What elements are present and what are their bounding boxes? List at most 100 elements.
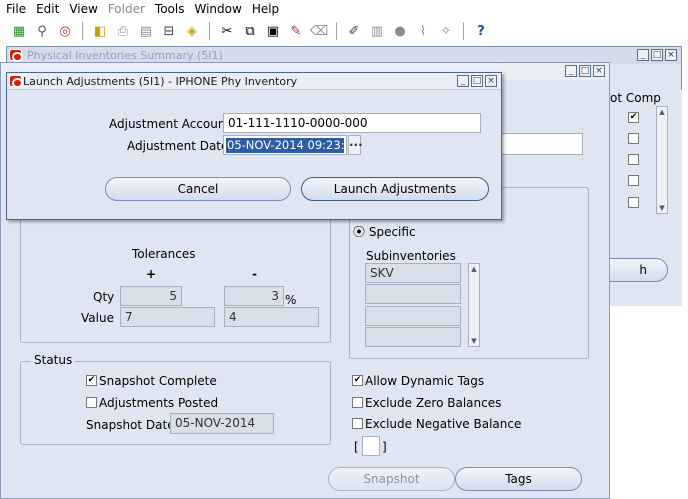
status-title: Status xyxy=(31,353,76,367)
row-checkbox[interactable] xyxy=(628,175,639,186)
folder-icon[interactable]: ✧ xyxy=(437,22,455,40)
maximize-button[interactable]: □ xyxy=(471,75,483,87)
row-checkbox[interactable] xyxy=(628,154,639,165)
toolbar-divider xyxy=(82,22,83,40)
subinventories-label: Subinventories xyxy=(366,249,456,263)
qty-label: Qty xyxy=(93,290,115,304)
clear-record-icon[interactable]: ✎ xyxy=(287,22,305,40)
tolerances-title: Tolerances xyxy=(129,247,199,261)
launch-adjustments-dialog: Launch Adjustments (5I1) - IPHONE Phy In… xyxy=(6,72,502,220)
oracle-icon xyxy=(9,75,23,88)
adjustment-date-field[interactable]: 05-NOV-2014 09:23:20 xyxy=(223,135,347,155)
adjustment-account-field[interactable]: 01-111-1110-0000-000 xyxy=(223,113,481,133)
menu-help[interactable]: Help xyxy=(252,2,279,16)
value-label: Value xyxy=(81,311,114,325)
menu-file[interactable]: File xyxy=(6,2,26,16)
zoom-icon[interactable]: ▥ xyxy=(368,22,386,40)
subinventory-row[interactable] xyxy=(365,284,461,304)
maximize-button[interactable]: □ xyxy=(579,65,591,77)
specific-radio[interactable]: ⦿ Specific xyxy=(353,223,416,240)
adjustments-posted-label: Adjustments Posted xyxy=(99,396,219,410)
menu-tools[interactable]: Tools xyxy=(155,2,185,16)
help-icon[interactable]: ? xyxy=(472,22,490,40)
snapshot-complete-checkbox[interactable]: ✔ xyxy=(86,375,97,386)
menu-edit[interactable]: Edit xyxy=(36,2,59,16)
descriptive-flexfield[interactable] xyxy=(362,436,380,456)
summary-right-panel: ot Comp ✔ ▲ ▼ h xyxy=(596,90,682,306)
paste-icon[interactable]: ▣ xyxy=(264,22,282,40)
snapshot-button[interactable]: Snapshot xyxy=(328,467,455,491)
toolbar-divider xyxy=(336,22,337,40)
column-header-snapshot-complete: ot Comp xyxy=(610,91,661,105)
menu-folder[interactable]: Folder xyxy=(108,2,145,16)
tolerance-minus-header: - xyxy=(252,267,257,281)
qty-plus-field[interactable]: 5 xyxy=(120,286,182,306)
folder-tools-icon[interactable]: ◈ xyxy=(183,22,201,40)
row-checkbox[interactable]: ✔ xyxy=(628,112,639,123)
allow-dynamic-tags-label: Allow Dynamic Tags xyxy=(365,374,485,388)
radio-selected-icon: ⦿ xyxy=(353,225,366,239)
print-icon[interactable]: ⎙ xyxy=(114,22,132,40)
descriptive-flexfield-bracket-close: ] xyxy=(382,440,387,454)
menu-bar: File Edit View Folder Tools Window Help xyxy=(0,0,688,17)
adjustment-account-label: Adjustment Account xyxy=(109,117,231,131)
toolbar-divider xyxy=(209,22,210,40)
translations-icon[interactable]: ● xyxy=(391,22,409,40)
tags-button[interactable]: Tags xyxy=(455,467,582,491)
minimize-button[interactable]: _ xyxy=(457,75,469,87)
find-icon[interactable]: ⚲ xyxy=(33,22,51,40)
close-form-icon[interactable]: ▤ xyxy=(137,22,155,40)
snapshot-complete-label: Snapshot Complete xyxy=(99,374,217,388)
minimize-button[interactable]: _ xyxy=(637,49,649,61)
scroll-up-arrow-icon[interactable]: ▲ xyxy=(657,107,667,117)
date-lov-button[interactable]: ... xyxy=(348,135,363,155)
exclude-negative-balance-label: Exclude Negative Balance xyxy=(365,417,522,431)
exclude-zero-balances-label: Exclude Zero Balances xyxy=(365,396,502,410)
minimize-button[interactable]: _ xyxy=(565,65,577,77)
new-record-icon[interactable]: ▦ xyxy=(10,22,28,40)
close-button[interactable]: × xyxy=(665,49,677,61)
qty-minus-field[interactable]: 3 xyxy=(224,286,284,306)
cancel-button[interactable]: Cancel xyxy=(105,177,291,201)
maximize-button[interactable]: □ xyxy=(651,49,663,61)
snapshot-date-label: Snapshot Date xyxy=(86,418,175,432)
delete-record-icon[interactable]: ⌫ xyxy=(310,22,328,40)
subinventory-row[interactable]: SKV xyxy=(365,263,461,283)
tolerance-plus-header: + xyxy=(146,267,157,281)
toolbar: ▦ ⚲ ◎ ◧ ⎙ ▤ ⊟ ◈ ✂ ⧉ ▣ ✎ ⌫ ✐ ▥ ● ⌇ ✧ ? xyxy=(0,18,688,44)
snapshot-date-field[interactable]: 05-NOV-2014 xyxy=(170,413,274,434)
scroll-up-arrow-icon[interactable]: ▲ xyxy=(469,264,479,274)
attachments-icon[interactable]: ⌇ xyxy=(414,22,432,40)
scroll-down-arrow-icon[interactable]: ▼ xyxy=(469,336,479,346)
value-plus-field[interactable]: 7 xyxy=(120,307,215,327)
edit-field-icon[interactable]: ✐ xyxy=(345,22,363,40)
scroll-down-arrow-icon[interactable]: ▼ xyxy=(657,203,667,213)
save-icon[interactable]: ◧ xyxy=(91,22,109,40)
cut-icon[interactable]: ✂ xyxy=(218,22,236,40)
close-button[interactable]: × xyxy=(485,75,497,87)
launch-adjustments-button[interactable]: Launch Adjustments xyxy=(301,177,489,201)
row-checkbox[interactable] xyxy=(628,133,639,144)
copy-icon[interactable]: ⧉ xyxy=(241,22,259,40)
menu-window[interactable]: Window xyxy=(194,2,241,16)
allow-dynamic-tags-checkbox[interactable]: ✔ xyxy=(352,375,363,386)
print-preview-icon[interactable]: ⊟ xyxy=(160,22,178,40)
oracle-icon xyxy=(9,49,23,62)
toolbar-divider xyxy=(463,22,464,40)
subinventory-scrollbar[interactable]: ▲ ▼ xyxy=(468,263,480,347)
summary-scrollbar[interactable]: ▲ ▼ xyxy=(656,106,668,214)
description-field[interactable] xyxy=(501,133,583,155)
adjustments-posted-checkbox[interactable] xyxy=(86,397,97,408)
value-minus-field[interactable]: 4 xyxy=(224,307,319,327)
subinventory-row[interactable] xyxy=(365,306,461,326)
row-checkbox[interactable] xyxy=(628,197,639,208)
menu-view[interactable]: View xyxy=(69,2,97,16)
subinventory-row[interactable] xyxy=(365,327,461,347)
navigator-icon[interactable]: ◎ xyxy=(56,22,74,40)
descriptive-flexfield-bracket-open: [ xyxy=(354,440,359,454)
exclude-negative-balance-checkbox[interactable] xyxy=(352,418,363,429)
exclude-zero-balances-checkbox[interactable] xyxy=(352,397,363,408)
specific-label: Specific xyxy=(368,225,416,239)
close-button[interactable]: × xyxy=(593,65,605,77)
adjustment-date-value: 05-NOV-2014 09:23:20 xyxy=(226,138,344,153)
